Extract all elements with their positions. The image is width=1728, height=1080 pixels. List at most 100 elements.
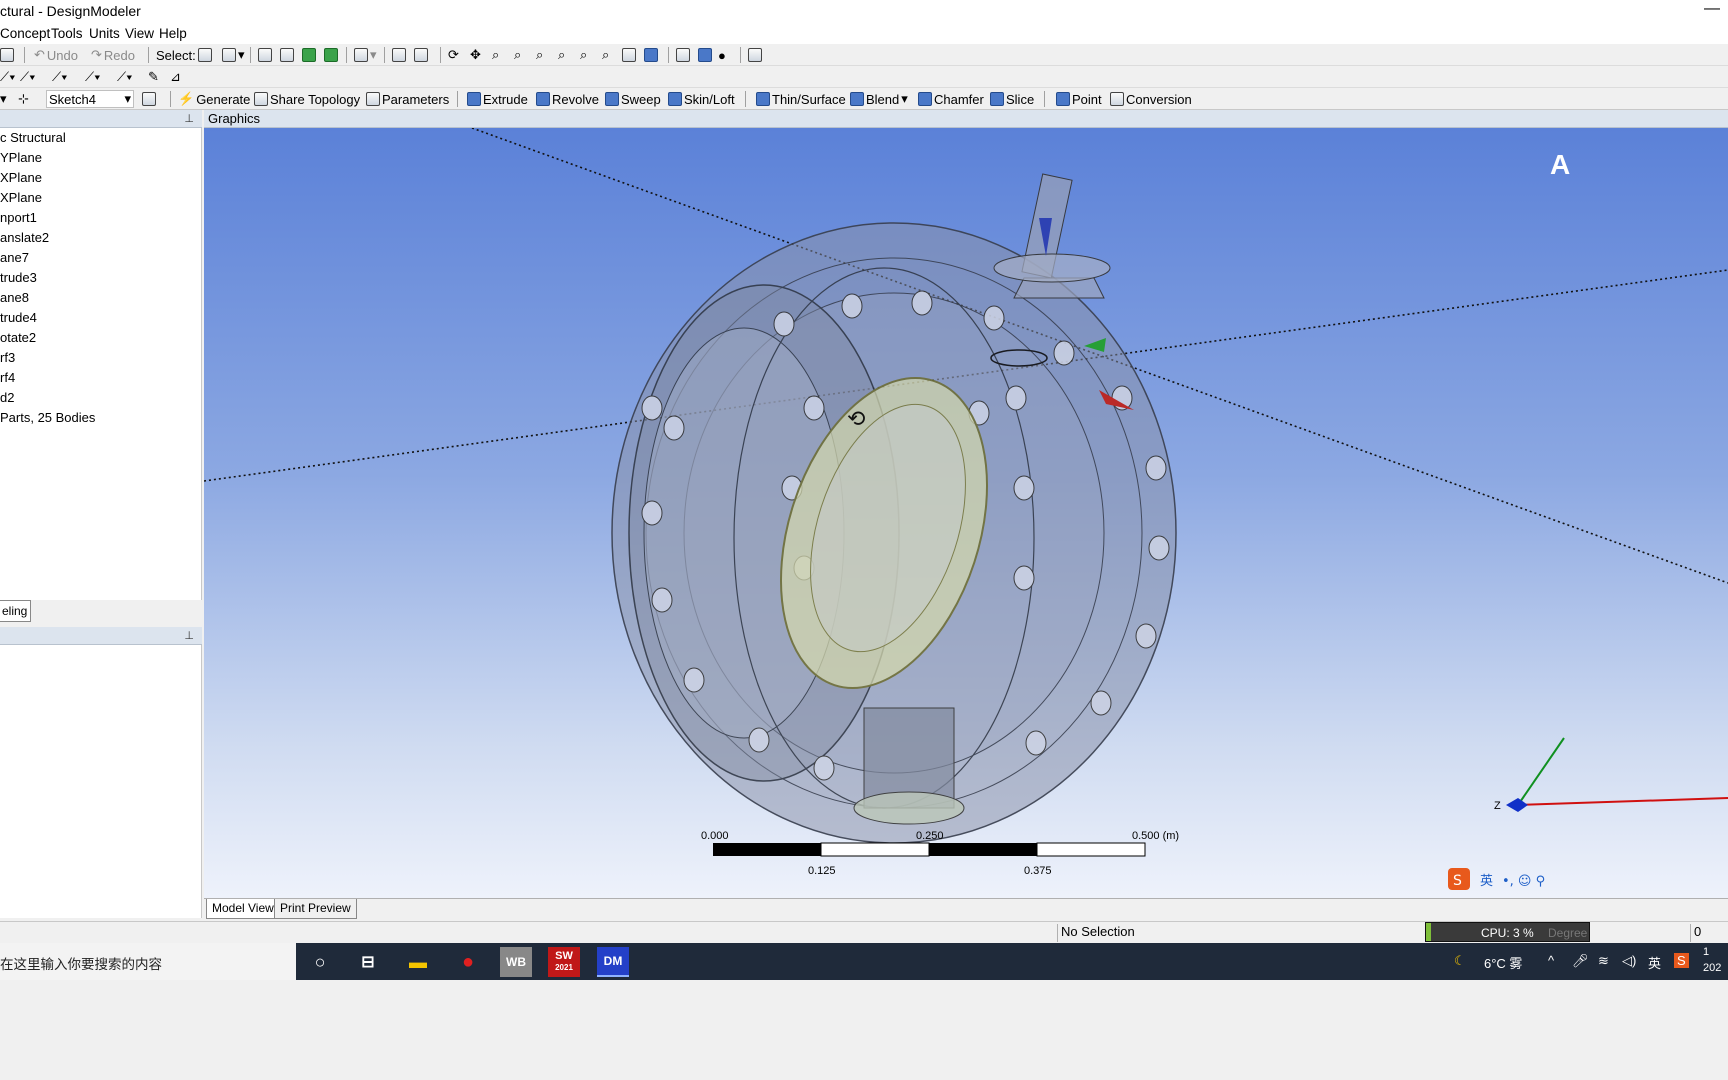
file-explorer-icon[interactable]: ▬	[402, 947, 434, 977]
microphone-icon[interactable]: 🎤︎	[1572, 953, 1589, 969]
polyline-tool-icon[interactable]: ⟋▾	[52, 68, 67, 86]
menu-help[interactable]: Help	[159, 26, 187, 41]
tree-item[interactable]: rf3	[0, 350, 15, 365]
model-graphic: ⟲ A 0.000 0.250 0.500 (m) 0.125 0.375 Z …	[204, 128, 1728, 890]
tree-item[interactable]: ane8	[0, 290, 29, 305]
generate-button[interactable]: ⚡ Generate	[178, 90, 250, 108]
view-tab-bar: Model View Print Preview	[204, 898, 1728, 920]
new-plane-icon[interactable]: ⊹	[18, 90, 29, 108]
tree-item[interactable]: c Structural	[0, 130, 66, 145]
zoom-out-icon[interactable]: ⌕	[602, 46, 609, 64]
tray-chevron-icon[interactable]: ^	[1548, 953, 1554, 968]
whats-this-icon[interactable]	[748, 46, 762, 64]
tree-item[interactable]: otate2	[0, 330, 36, 345]
line-tool-icon[interactable]: ⟋▾	[20, 68, 35, 86]
tree-item[interactable]: nport1	[0, 210, 37, 225]
scale-label-500: 0.500 (m)	[1132, 830, 1179, 842]
point-button[interactable]: Point	[1056, 90, 1102, 108]
select-edge-icon[interactable]	[280, 46, 294, 64]
blend-button[interactable]: Blend ▾	[850, 90, 908, 108]
record-icon[interactable]: ●	[452, 947, 484, 977]
slice-button[interactable]: Slice	[990, 90, 1034, 108]
select-filter-icon[interactable]: ▾	[222, 46, 245, 64]
redo-button[interactable]: ↷ Redo	[91, 46, 135, 64]
sketch-select[interactable]: Sketch4 ▾	[46, 90, 134, 108]
network-icon[interactable]: ≋	[1598, 953, 1609, 969]
tree-item[interactable]: trude4	[0, 310, 37, 325]
spline-tool-icon[interactable]: ⟋▾	[117, 68, 132, 86]
task-view-icon[interactable]: ⊟	[352, 947, 384, 977]
standard-toolbar: ↶ Undo ↷ Redo Select: ▾ ▾ ⟳ ✥ ⌕ ⌕ ⌕ ⌕ ⌕ ⌕ …	[0, 44, 1728, 66]
box-zoom-icon[interactable]	[414, 46, 428, 64]
tab-modeling[interactable]: eling	[0, 600, 31, 622]
clock-date[interactable]: 202	[1703, 962, 1721, 974]
ime-tray-label[interactable]: 英	[1648, 953, 1661, 972]
tab-model-view[interactable]: Model View	[206, 899, 280, 919]
tree-item[interactable]: Parts, 25 Bodies	[0, 410, 95, 425]
new-sketch-icon[interactable]	[142, 90, 156, 108]
graphics-viewport[interactable]: ⟲ A 0.000 0.250 0.500 (m) 0.125 0.375 Z …	[204, 128, 1728, 898]
extrude-button[interactable]: Extrude	[467, 90, 528, 108]
skin-loft-button[interactable]: Skin/Loft	[668, 90, 735, 108]
chamfer-button[interactable]: Chamfer	[918, 90, 984, 108]
menu-concept[interactable]: Concept	[0, 26, 50, 41]
display-points-icon[interactable]	[676, 46, 690, 64]
minimize-button[interactable]: —	[1704, 0, 1720, 18]
revolve-button[interactable]: Revolve	[536, 90, 599, 108]
tree-item[interactable]: YPlane	[0, 150, 42, 165]
weather-icon[interactable]: ☾	[1454, 953, 1466, 969]
extend-selection-icon[interactable]: ▾	[354, 46, 377, 64]
select-mode-icon[interactable]	[198, 46, 212, 64]
cortana-icon[interactable]: ○	[304, 947, 336, 977]
share-topology-button[interactable]: Share Topology	[254, 90, 360, 108]
pin-tool-icon[interactable]: ✎	[148, 68, 159, 86]
display-plane-icon[interactable]	[644, 46, 658, 64]
menu-view[interactable]: View	[125, 26, 154, 41]
conversion-button[interactable]: Conversion	[1110, 90, 1192, 108]
zoom-in-icon[interactable]: ⌕	[580, 46, 587, 64]
taskbar-app-sw[interactable]: SW 2021	[548, 947, 580, 977]
display-dot-icon[interactable]: ●	[718, 46, 726, 64]
tree-item[interactable]: ane7	[0, 250, 29, 265]
plane-dropdown-icon[interactable]: ▾	[0, 90, 7, 108]
dimension-tool-icon[interactable]: ⊿	[170, 68, 181, 86]
sweep-button[interactable]: Sweep	[605, 90, 661, 108]
pin-icon[interactable]: ⊥	[184, 629, 194, 642]
tree-item[interactable]: trude3	[0, 270, 37, 285]
thin-surface-button[interactable]: Thin/Surface	[756, 90, 846, 108]
tree-item[interactable]: d2	[0, 390, 14, 405]
camera-icon[interactable]	[0, 46, 14, 64]
taskbar-app-dm[interactable]: DM	[597, 947, 629, 977]
menu-units[interactable]: Units	[89, 26, 120, 41]
sogou-icon[interactable]: S	[1674, 953, 1689, 968]
weather-text[interactable]: 6°C 雾	[1484, 953, 1522, 972]
zoom-box-icon[interactable]: ⌕	[514, 46, 521, 64]
magnifier-icon[interactable]: ⌕	[558, 46, 565, 64]
tree-item[interactable]: anslate2	[0, 230, 49, 245]
volume-icon[interactable]: ◁)	[1622, 953, 1636, 969]
select-body-icon[interactable]	[324, 46, 338, 64]
zoom-to-fit-icon[interactable]: ⌕	[536, 46, 543, 64]
undo-button[interactable]: ↶ Undo	[34, 46, 78, 64]
tab-print-preview[interactable]: Print Preview	[274, 899, 357, 919]
pan-icon[interactable]: ✥	[470, 46, 481, 64]
parameters-button[interactable]: Parameters	[366, 90, 449, 108]
iso-view-icon[interactable]	[622, 46, 636, 64]
tree-item[interactable]: XPlane	[0, 190, 42, 205]
tree-item[interactable]: XPlane	[0, 170, 42, 185]
taskbar-search-box[interactable]: 在这里输入你要搜索的内容	[0, 943, 296, 980]
pin-icon[interactable]: ⊥	[184, 112, 194, 125]
select-point-icon[interactable]	[258, 46, 272, 64]
clock-time[interactable]: 1	[1703, 946, 1709, 958]
select-face-icon[interactable]	[302, 46, 316, 64]
arc-tool-icon[interactable]: ⟋▾	[85, 68, 100, 86]
box-select-icon[interactable]	[392, 46, 406, 64]
sketch-tool-icon[interactable]: ⟋▾	[0, 68, 15, 86]
rotate-icon[interactable]: ⟳	[448, 46, 459, 64]
display-model-icon[interactable]	[698, 46, 712, 64]
tree-outline-header: ⊥	[0, 110, 202, 128]
tree-item[interactable]: rf4	[0, 370, 15, 385]
taskbar-app-wb[interactable]: WB	[500, 947, 532, 977]
menu-tools[interactable]: Tools	[51, 26, 83, 41]
zoom-icon[interactable]: ⌕	[492, 46, 499, 64]
